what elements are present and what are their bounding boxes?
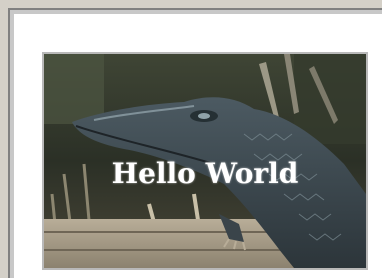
page-canvas: Hello World [14,14,382,278]
alligator-photo: Hello World [42,52,368,270]
document-view: Hello World [8,8,382,278]
image-caption: Hello World [111,157,299,190]
application-window: Hello World [0,0,382,278]
